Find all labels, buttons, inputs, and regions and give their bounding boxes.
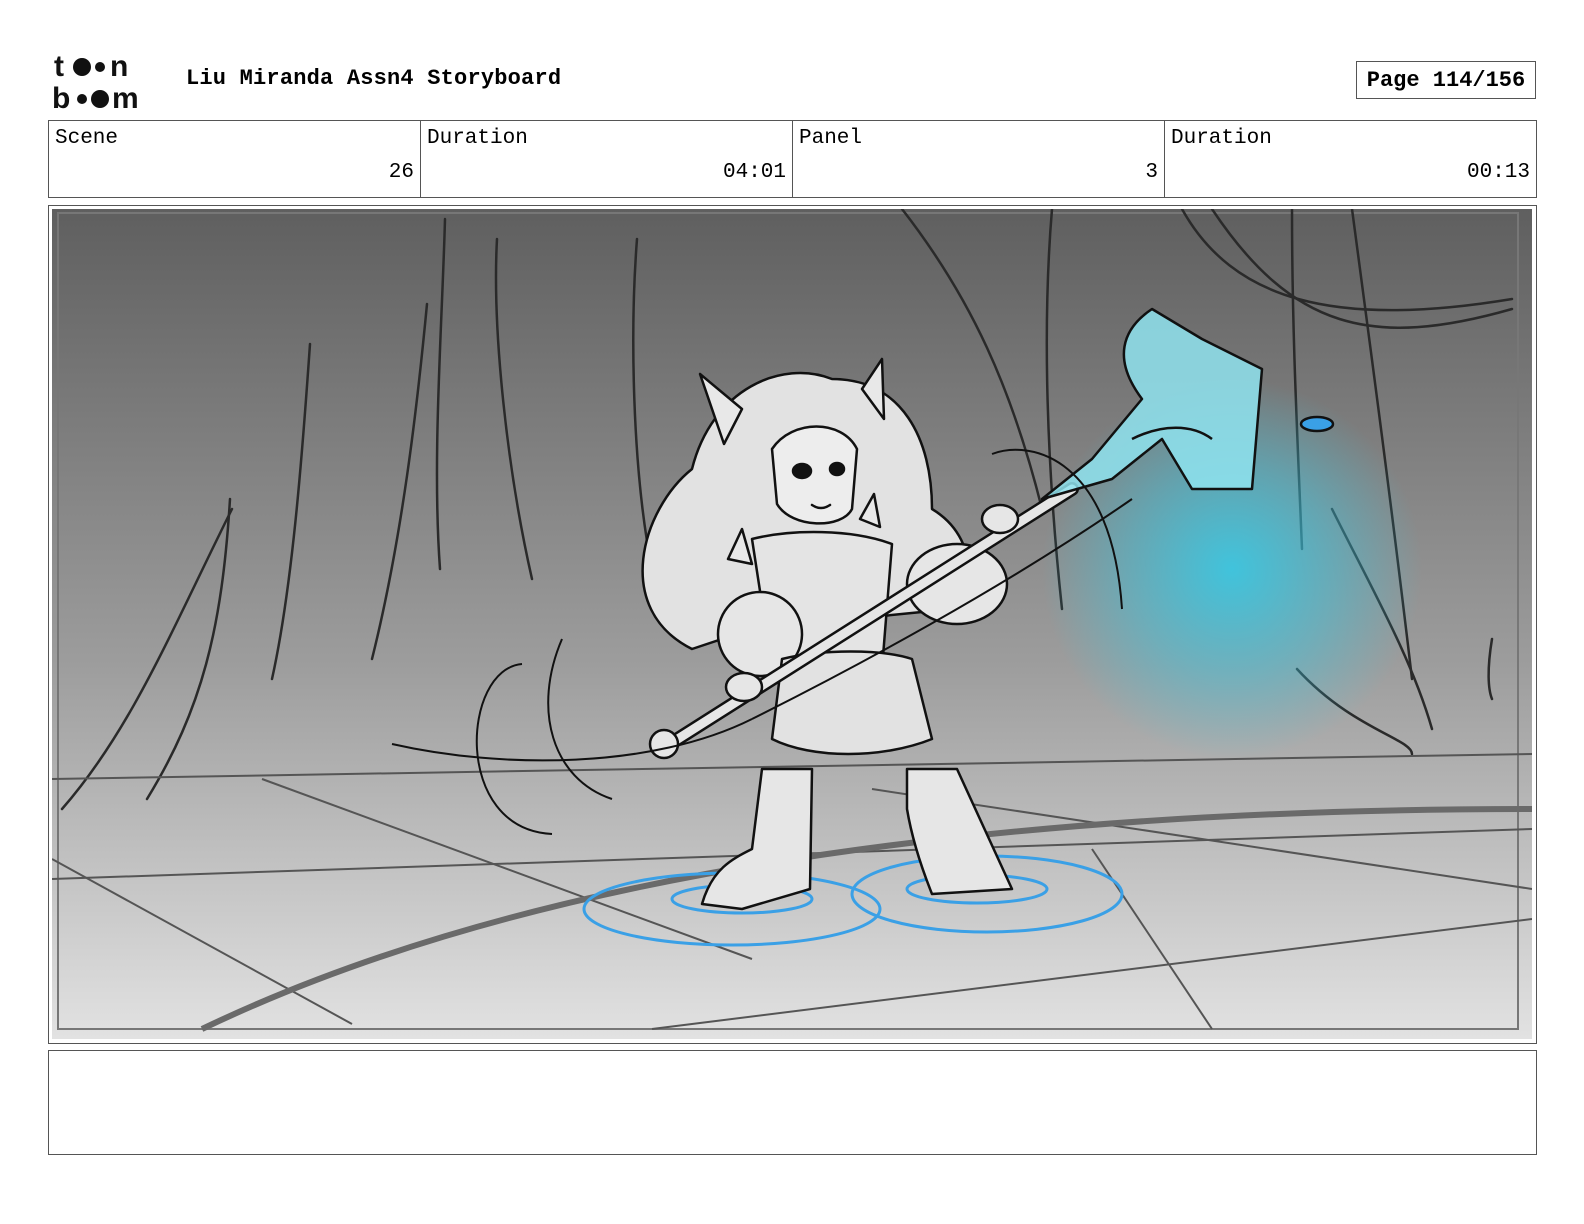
scene-cell: Scene 26 bbox=[49, 121, 421, 197]
logo-text-top-n: n bbox=[110, 50, 128, 83]
toonboom-logo: t n b m bbox=[52, 50, 139, 112]
scene-info-table: Scene 26 Duration 04:01 Panel 3 Duration… bbox=[48, 120, 1537, 198]
scene-duration-cell: Duration 04:01 bbox=[421, 121, 793, 197]
panel-duration-label: Duration bbox=[1171, 127, 1272, 150]
page-number: Page 114/156 bbox=[1356, 61, 1536, 99]
document-title: Liu Miranda Assn4 Storyboard bbox=[186, 66, 562, 91]
logo-text-bottom-m: m bbox=[112, 82, 139, 112]
panel-value: 3 bbox=[1145, 161, 1158, 184]
storyboard-sketch-image bbox=[52, 209, 1532, 1039]
logo-text-bottom: b bbox=[52, 82, 70, 112]
scene-duration-label: Duration bbox=[427, 127, 528, 150]
panel-duration-cell: Duration 00:13 bbox=[1165, 121, 1536, 197]
scene-label: Scene bbox=[55, 127, 119, 150]
panel-cell: Panel 3 bbox=[793, 121, 1165, 197]
panel-label: Panel bbox=[799, 127, 863, 150]
storyboard-panel bbox=[48, 205, 1537, 1044]
scene-value: 26 bbox=[388, 161, 414, 184]
panel-notes-box bbox=[48, 1050, 1537, 1155]
logo-text-top: t bbox=[54, 50, 64, 83]
scene-duration-value: 04:01 bbox=[722, 161, 786, 184]
panel-duration-value: 00:13 bbox=[1466, 161, 1530, 184]
